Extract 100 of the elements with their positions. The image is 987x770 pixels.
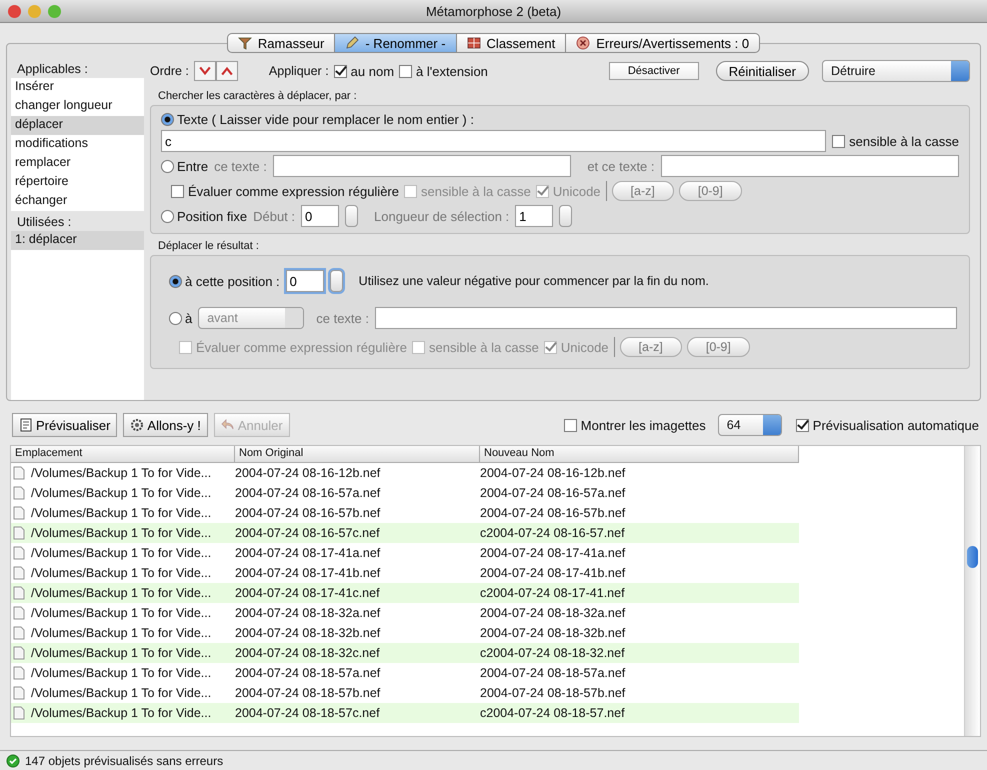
column-header[interactable]: Nouveau Nom xyxy=(480,446,799,462)
radio-button[interactable]: à xyxy=(169,310,192,326)
status-text: 147 objets prévisualisés sans erreurs xyxy=(25,754,224,768)
size-dropdown[interactable]: 64 xyxy=(718,414,782,436)
table-cell-text: 2004-07-24 08-16-57c.nef xyxy=(235,526,381,540)
checkbox[interactable]: Évaluer comme expression régulière xyxy=(171,184,399,198)
target-text-field[interactable] xyxy=(374,307,957,329)
column-header[interactable]: Emplacement xyxy=(11,446,235,462)
disable-button[interactable]: Désactiver xyxy=(608,62,699,80)
table-row[interactable]: /Volumes/Backup 1 To for Vide... 2004-07-24 08-18-32c.nef c2004-07-24 08-18-32.nef xyxy=(11,643,799,663)
table-cell-text: 2004-07-24 08-18-32a.nef xyxy=(480,606,626,620)
file-icon xyxy=(13,626,25,640)
zoom-button[interactable] xyxy=(48,4,61,18)
table-row[interactable]: /Volumes/Backup 1 To for Vide... 2004-07-24 08-18-32a.nef 2004-07-24 08-18-32a.nef xyxy=(11,603,799,623)
table-cell-text: /Volumes/Backup 1 To for Vide... xyxy=(31,526,212,540)
pattern-button[interactable]: [a-z] xyxy=(612,181,674,201)
pencil-icon xyxy=(345,36,360,50)
list-item[interactable]: changer longueur xyxy=(11,97,144,116)
list-item[interactable]: échanger xyxy=(11,192,144,211)
tab[interactable]: - Renommer - xyxy=(335,33,457,53)
start-field[interactable]: 0 xyxy=(301,205,340,227)
length-field[interactable]: 1 xyxy=(515,205,554,227)
radio-button[interactable]: à cette position : xyxy=(169,274,280,288)
table-row[interactable]: /Volumes/Backup 1 To for Vide... 2004-07-24 08-17-41c.nef c2004-07-24 08-17-41.nef xyxy=(11,583,799,603)
stepper[interactable] xyxy=(345,205,358,227)
file-icon xyxy=(13,586,25,600)
list-label: Applicables : xyxy=(16,61,89,78)
tab[interactable]: Ramasseur xyxy=(226,33,336,53)
table-row[interactable]: /Volumes/Backup 1 To for Vide... 2004-07-24 08-16-57a.nef 2004-07-24 08-16-57a.nef xyxy=(11,483,799,503)
position-field[interactable]: 0 xyxy=(286,270,324,292)
table-row[interactable]: /Volumes/Backup 1 To for Vide... 2004-07-24 08-18-57c.nef c2004-07-24 08-18-57.nef xyxy=(11,703,799,723)
table-cell-text: 2004-07-24 08-18-57b.nef xyxy=(480,686,626,700)
table-row[interactable]: /Volumes/Backup 1 To for Vide... 2004-07-24 08-16-57c.nef c2004-07-24 08-16-57.nef xyxy=(11,523,799,543)
toolbar-button[interactable]: Allons-y ! xyxy=(123,413,208,437)
undo-arrow-icon xyxy=(220,418,235,432)
list-item[interactable]: remplacer xyxy=(11,154,144,173)
file-icon xyxy=(13,486,25,500)
reset-button[interactable]: Réinitialiser xyxy=(716,61,809,81)
hint-text: Utilisez une valeur négative pour commencer par la fin du nom. xyxy=(358,274,709,288)
list-item[interactable]: Insérer xyxy=(11,78,144,97)
table-cell-text: 2004-07-24 08-16-57a.nef xyxy=(480,486,626,500)
scrollbar[interactable] xyxy=(964,446,980,736)
table-row[interactable]: /Volumes/Backup 1 To for Vide... 2004-07-24 08-17-41b.nef 2004-07-24 08-17-41b.nef xyxy=(11,563,799,583)
table-cell-text: /Volumes/Backup 1 To for Vide... xyxy=(31,586,212,600)
table-cell-text: 2004-07-24 08-18-57c.nef xyxy=(235,706,381,720)
document-icon xyxy=(19,418,33,432)
apply-label: Appliquer : xyxy=(268,64,329,78)
table-cell-text: c2004-07-24 08-17-41.nef xyxy=(480,586,626,600)
close-button[interactable] xyxy=(8,4,21,18)
column-header[interactable]: Nom Original xyxy=(235,446,480,462)
list-item[interactable]: 1: déplacer xyxy=(11,231,144,250)
table-cell-text: 2004-07-24 08-18-57a.nef xyxy=(235,666,382,680)
checkbox[interactable]: Prévisualisation automatique xyxy=(796,418,979,432)
radio-button[interactable]: Entre xyxy=(161,158,208,174)
pattern-button[interactable]: [0-9] xyxy=(686,337,750,357)
table-cell-text: 2004-07-24 08-17-41a.nef xyxy=(235,546,382,560)
table-cell-text: c2004-07-24 08-18-57.nef xyxy=(480,706,626,720)
start-text-field[interactable] xyxy=(272,155,572,177)
pattern-button[interactable]: [0-9] xyxy=(678,181,742,201)
list-label: Utilisées : xyxy=(16,214,72,231)
checkbox[interactable]: à l'extension xyxy=(399,64,488,78)
table-row[interactable]: /Volumes/Backup 1 To for Vide... 2004-07-24 08-18-57a.nef 2004-07-24 08-18-57a.nef xyxy=(11,663,799,683)
radio-button[interactable]: Texte ( Laisser vide pour remplacer le nom entier ) : xyxy=(161,112,959,127)
chevron-up-icon xyxy=(220,66,233,76)
field-label: Début : xyxy=(253,208,296,224)
tab[interactable]: Erreurs/Avertissements : 0 xyxy=(566,33,760,53)
table-row[interactable]: /Volumes/Backup 1 To for Vide... 2004-07-24 08-18-57b.nef 2004-07-24 08-18-57b.nef xyxy=(11,683,799,703)
stepper[interactable] xyxy=(559,205,572,227)
toolbar-button[interactable]: Prévisualiser xyxy=(12,413,118,437)
table-cell-text: 2004-07-24 08-18-57b.nef xyxy=(235,686,382,700)
tab[interactable]: Classement xyxy=(456,33,566,53)
list-item[interactable]: modifications xyxy=(11,135,144,154)
search-text-field[interactable]: c xyxy=(161,130,826,152)
list-item[interactable]: déplacer xyxy=(11,116,144,135)
table-cell-text: /Volumes/Backup 1 To for Vide... xyxy=(31,506,212,520)
file-icon xyxy=(13,566,25,580)
radio-button[interactable]: Position fixe xyxy=(161,208,248,224)
table-cell-text: /Volumes/Backup 1 To for Vide... xyxy=(31,566,212,580)
file-icon xyxy=(13,526,25,540)
table-row[interactable]: /Volumes/Backup 1 To for Vide... 2004-07-24 08-18-32b.nef 2004-07-24 08-18-32b.nef xyxy=(11,623,799,643)
table-cell-text: c2004-07-24 08-16-57.nef xyxy=(480,526,626,540)
pattern-button[interactable]: [a-z] xyxy=(620,337,682,357)
checkbox[interactable]: sensible à la casse xyxy=(832,134,959,148)
table-row[interactable]: /Volumes/Backup 1 To for Vide... 2004-07-24 08-16-12b.nef 2004-07-24 08-16-12b.nef xyxy=(11,463,799,483)
gear-icon xyxy=(130,418,144,432)
move-down-button[interactable] xyxy=(194,61,216,81)
action-dropdown[interactable]: Détruire xyxy=(822,60,970,82)
move-up-button[interactable] xyxy=(216,61,238,81)
table-row[interactable]: /Volumes/Backup 1 To for Vide... 2004-07-24 08-17-41a.nef 2004-07-24 08-17-41a.nef xyxy=(11,543,799,563)
list-item[interactable]: répertoire xyxy=(11,173,144,192)
file-icon xyxy=(13,686,25,700)
end-text-field[interactable] xyxy=(660,155,959,177)
stepper[interactable] xyxy=(330,270,343,292)
field-label: ce texte : xyxy=(316,310,369,326)
window-title: Métamorphose 2 (beta) xyxy=(426,4,562,18)
table-cell-text: 2004-07-24 08-17-41a.nef xyxy=(480,546,626,560)
checkbox[interactable]: au nom xyxy=(334,64,394,78)
checkbox[interactable]: Montrer les imagettes xyxy=(564,418,706,432)
table-row[interactable]: /Volumes/Backup 1 To for Vide... 2004-07-24 08-16-57b.nef 2004-07-24 08-16-57b.nef xyxy=(11,503,799,523)
checkmark-icon xyxy=(6,754,20,768)
